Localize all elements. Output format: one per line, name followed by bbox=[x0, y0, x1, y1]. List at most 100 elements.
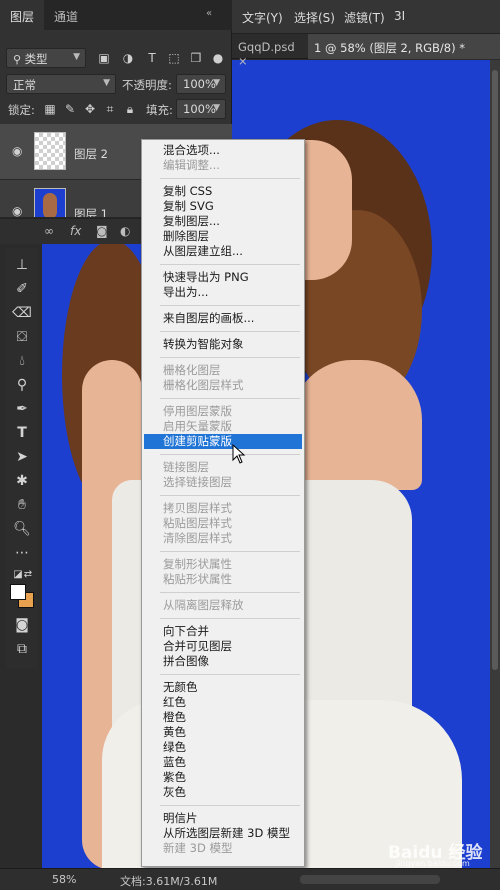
menu-filter[interactable]: 滤镜(T) bbox=[344, 9, 385, 26]
menu-separator bbox=[160, 398, 300, 399]
menu-item[interactable]: 混合选项... bbox=[144, 143, 302, 158]
menu-3d[interactable]: 3I bbox=[394, 9, 405, 23]
visibility-eye-icon[interactable]: ◉ bbox=[12, 144, 22, 158]
fill-field[interactable]: 100% ▼ bbox=[176, 99, 226, 119]
adjust-filter-icon[interactable]: ◑ bbox=[120, 50, 136, 66]
eraser-tool-icon[interactable]: ⌫ bbox=[10, 302, 34, 324]
doc-tab-gqqd[interactable]: GqqD.psd × bbox=[232, 34, 308, 68]
chevron-down-icon: ▼ bbox=[213, 78, 220, 88]
menu-separator bbox=[160, 592, 300, 593]
swap-colors-icon[interactable]: ⇄ bbox=[16, 564, 40, 586]
menu-item[interactable]: 从所选图层新建 3D 模型 bbox=[144, 826, 302, 841]
menu-separator bbox=[160, 331, 300, 332]
shape-tool-icon[interactable]: ✱ bbox=[10, 470, 34, 492]
layer-filter-select[interactable]: ⚲ 类型 ▼ bbox=[6, 48, 86, 68]
menu-item[interactable]: 绿色 bbox=[144, 740, 302, 755]
lock-artboard-icon[interactable]: ⌗ bbox=[102, 101, 118, 117]
menu-item[interactable]: 创建剪贴蒙版 bbox=[144, 434, 302, 449]
menu-item[interactable]: 复制图层... bbox=[144, 214, 302, 229]
layer-name[interactable]: 图层 1 bbox=[74, 206, 108, 217]
mouse-cursor-icon bbox=[232, 444, 246, 464]
menu-separator bbox=[160, 264, 300, 265]
stamp-tool-icon[interactable]: ⊥ bbox=[10, 254, 34, 276]
pixel-filter-icon[interactable]: ▣ bbox=[96, 50, 112, 66]
menu-item[interactable]: 紫色 bbox=[144, 770, 302, 785]
tab-channels[interactable]: 通道 bbox=[44, 0, 92, 30]
watermark-site: jingyan.baidu.com bbox=[396, 859, 470, 868]
menu-item: 链接图层 bbox=[163, 460, 209, 474]
doc-tab-current[interactable]: 1 @ 58% (图层 2, RGB/8) * bbox=[308, 34, 500, 59]
layer-thumbnail bbox=[34, 188, 66, 217]
opacity-label: 不透明度: bbox=[122, 78, 172, 92]
panel-collapse-icon[interactable]: « bbox=[206, 8, 212, 19]
menu-item: 拷贝图层样式 bbox=[163, 501, 232, 515]
menu-separator bbox=[160, 305, 300, 306]
menu-item[interactable]: 拼合图像 bbox=[144, 654, 302, 669]
hand-tool-icon[interactable]: ✋︎ bbox=[10, 494, 34, 516]
tab-layers[interactable]: 图层 bbox=[0, 0, 44, 30]
shape-filter-icon[interactable]: ⬚ bbox=[166, 50, 182, 66]
menu-item[interactable]: 无颜色 bbox=[144, 680, 302, 695]
menu-item[interactable]: 橙色 bbox=[144, 710, 302, 725]
blend-mode-select[interactable]: 正常 ▼ bbox=[6, 74, 116, 94]
menu-item[interactable]: 转换为智能对象 bbox=[144, 337, 302, 352]
more-tools-icon[interactable]: ⋯ bbox=[10, 542, 34, 564]
foreground-color-swatch[interactable] bbox=[10, 584, 26, 600]
horizontal-scrollbar[interactable] bbox=[300, 875, 440, 884]
lock-label: 锁定: bbox=[8, 103, 35, 117]
lock-all-icon[interactable]: 🔒︎ bbox=[122, 101, 138, 117]
lock-transparent-icon[interactable]: ▦ bbox=[42, 101, 58, 117]
zoom-level[interactable]: 58% bbox=[52, 873, 76, 886]
filter-kind-label: 类型 bbox=[24, 52, 48, 66]
blur-tool-icon[interactable]: 💧︎ bbox=[10, 350, 34, 372]
chevron-down-icon: ▼ bbox=[73, 52, 80, 62]
zoom-tool-icon[interactable]: 🔍︎ bbox=[10, 518, 34, 540]
menu-item: 栅格化图层样式 bbox=[163, 378, 244, 392]
menu-item: 新建 3D 模型 bbox=[163, 841, 233, 855]
menu-item[interactable]: 合并可见图层 bbox=[144, 639, 302, 654]
search-icon: ⚲ bbox=[13, 53, 25, 66]
menu-item[interactable]: 蓝色 bbox=[144, 755, 302, 770]
menu-item[interactable]: 删除图层 bbox=[144, 229, 302, 244]
menu-item: 粘贴图层样式 bbox=[163, 516, 232, 530]
paint-bucket-icon[interactable]: ⛋ bbox=[10, 326, 34, 348]
history-brush-icon[interactable]: ✐ bbox=[10, 278, 34, 300]
pen-tool-icon[interactable]: ✒ bbox=[10, 398, 34, 420]
menu-item[interactable]: 快速导出为 PNG bbox=[144, 270, 302, 285]
opacity-field[interactable]: 100% ▼ bbox=[176, 74, 226, 94]
menu-item[interactable]: 红色 bbox=[144, 695, 302, 710]
link-icon[interactable]: ∞ bbox=[44, 224, 54, 238]
menu-item[interactable]: 复制 CSS bbox=[144, 184, 302, 199]
type-filter-icon[interactable]: T bbox=[144, 50, 160, 66]
menu-type[interactable]: 文字(Y) bbox=[242, 9, 283, 26]
menu-separator bbox=[160, 454, 300, 455]
adjustment-icon[interactable]: ◐ bbox=[120, 224, 130, 238]
fx-icon[interactable]: fx bbox=[70, 224, 81, 238]
layer-name[interactable]: 图层 2 bbox=[74, 146, 108, 162]
menu-item[interactable]: 从图层建立组... bbox=[144, 244, 302, 259]
scrollbar-thumb[interactable] bbox=[492, 70, 498, 670]
menu-separator bbox=[160, 674, 300, 675]
menu-item[interactable]: 复制 SVG bbox=[144, 199, 302, 214]
menu-item[interactable]: 灰色 bbox=[144, 785, 302, 800]
menu-select[interactable]: 选择(S) bbox=[294, 9, 335, 26]
smart-filter-icon[interactable]: ❒ bbox=[188, 50, 204, 66]
lock-image-icon[interactable]: ✎ bbox=[62, 101, 78, 117]
menu-item[interactable]: 导出为... bbox=[144, 285, 302, 300]
mask-icon[interactable]: ◙ bbox=[96, 224, 108, 238]
menu-item[interactable]: 来自图层的画板... bbox=[144, 311, 302, 326]
menu-item[interactable]: 向下合并 bbox=[144, 624, 302, 639]
document-tabs: GqqD.psd × 1 @ 58% (图层 2, RGB/8) * bbox=[232, 34, 500, 68]
menu-item[interactable]: 明信片 bbox=[144, 811, 302, 826]
path-select-icon[interactable]: ➤ bbox=[10, 446, 34, 468]
menu-item[interactable]: 黄色 bbox=[144, 725, 302, 740]
dodge-tool-icon[interactable]: ⚲ bbox=[10, 374, 34, 396]
lock-position-icon[interactable]: ✥ bbox=[82, 101, 98, 117]
visibility-eye-icon[interactable]: ◉ bbox=[12, 204, 22, 217]
quick-mask-icon[interactable]: ◙ bbox=[10, 614, 34, 636]
type-tool-icon[interactable]: T bbox=[10, 422, 34, 444]
screen-mode-icon[interactable]: ⧉ bbox=[10, 638, 34, 660]
fill-label: 填充: bbox=[146, 103, 173, 117]
vertical-scrollbar[interactable] bbox=[490, 60, 500, 868]
filter-toggle-icon[interactable]: ● bbox=[210, 50, 226, 66]
